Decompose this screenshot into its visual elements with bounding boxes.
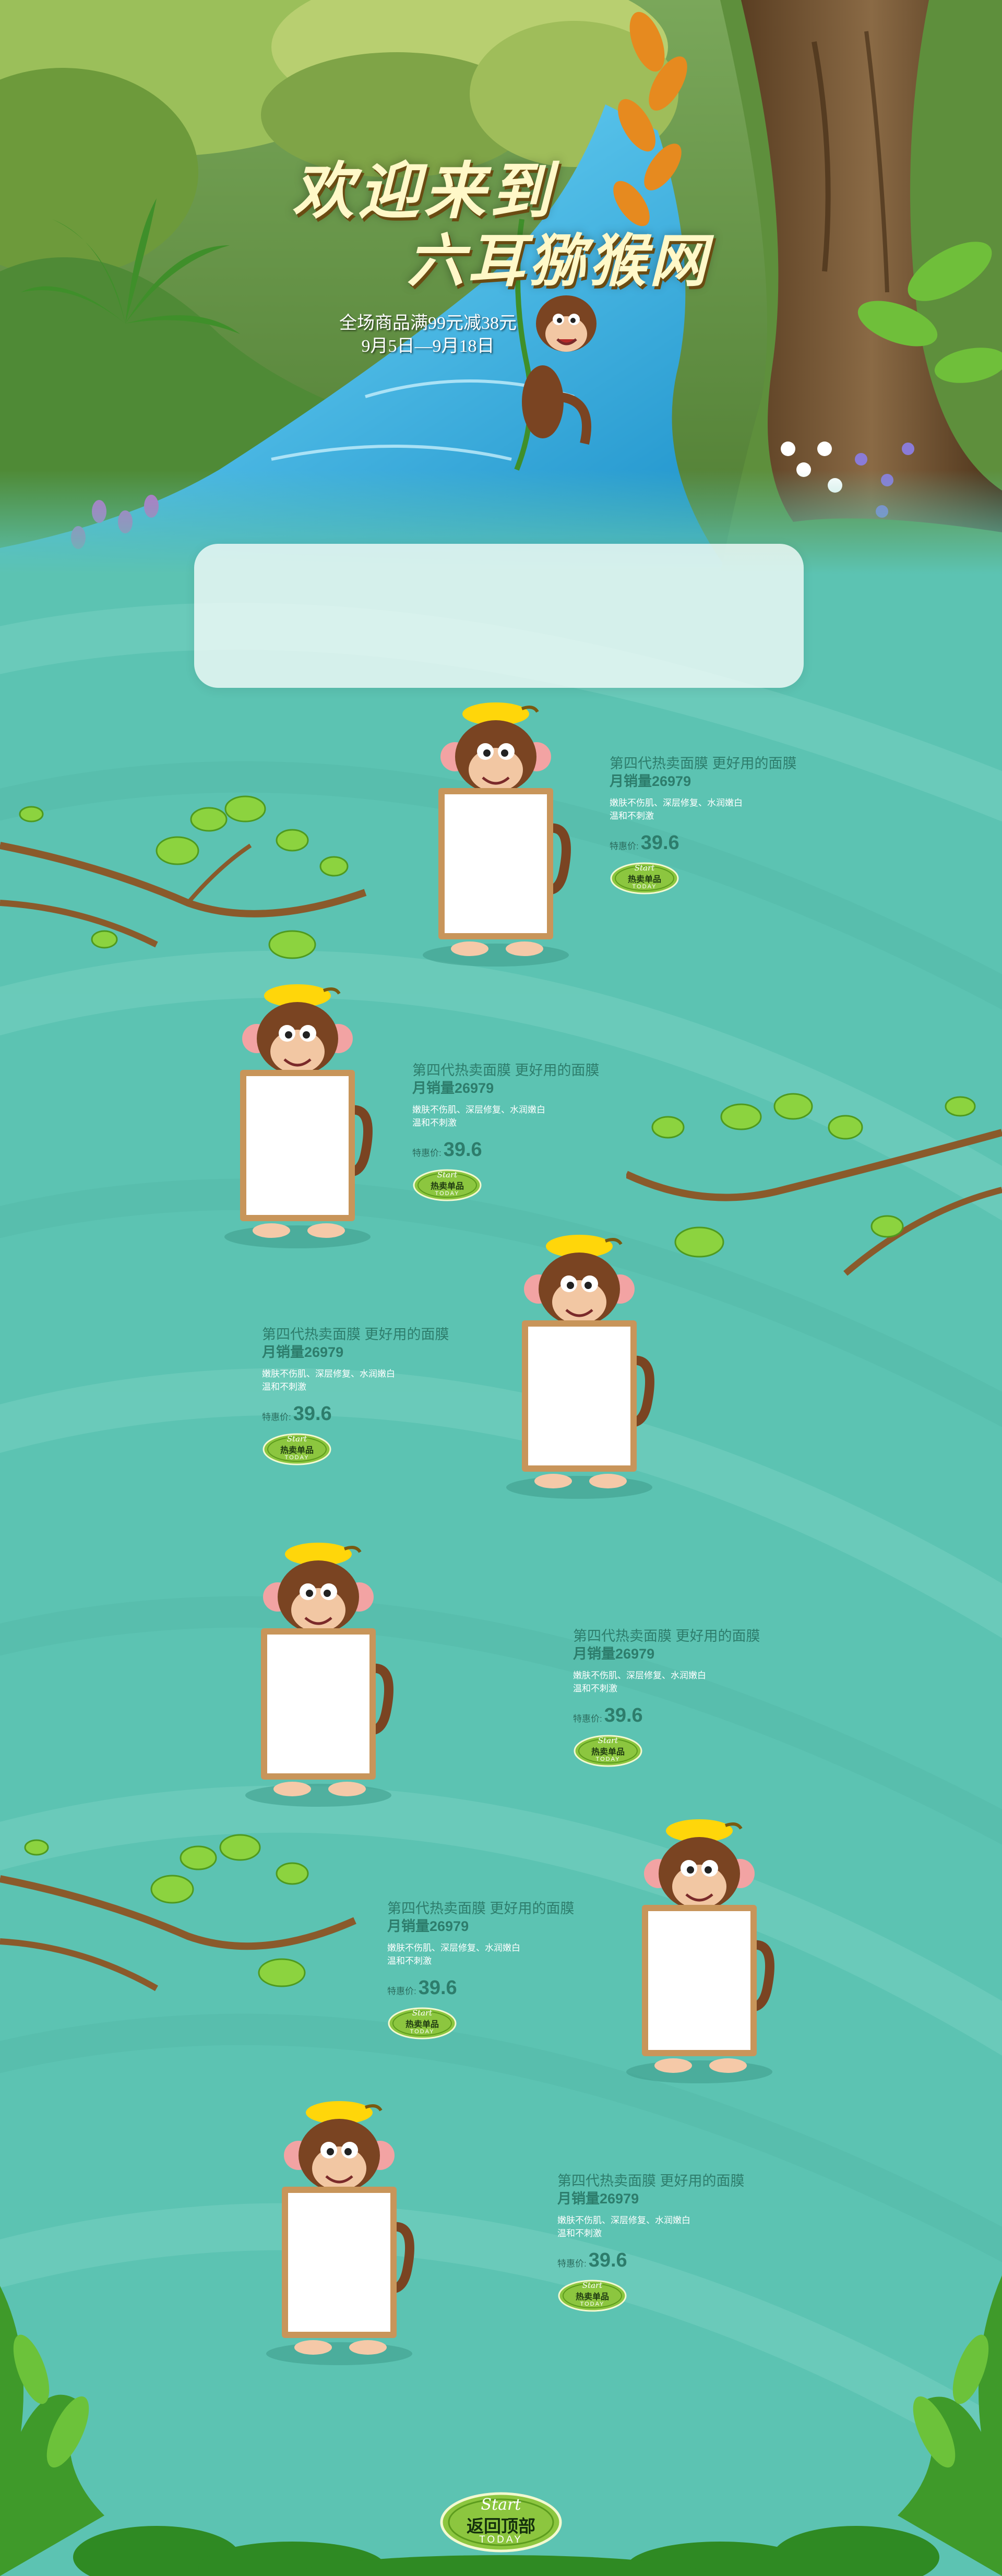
- price-row: 特惠价: 39.6: [387, 1977, 617, 1999]
- price-label: 特惠价:: [573, 1714, 602, 1724]
- landing-page: 欢迎来到 六耳猕猴网 全场商品满99元减38元 9月5日—9月18日 第四代热卖…: [0, 0, 1002, 2576]
- product-description: 嫩肤不伤肌、深层修复、水润嫩白 温和不刺激: [557, 2214, 787, 2240]
- badge-start: Start: [598, 1736, 618, 1745]
- back-to-top-start: Start: [481, 2496, 521, 2514]
- badge-start: Start: [634, 863, 655, 873]
- price-row: 特惠价: 39.6: [412, 1139, 642, 1161]
- desc-line: 温和不刺激: [387, 1956, 432, 1966]
- back-to-top-button[interactable]: Start 返回顶部 TODAY: [439, 2491, 563, 2553]
- price-value: 39.6: [443, 1139, 482, 1161]
- product-sales: 月销量26979: [412, 1080, 494, 1096]
- hot-item-button[interactable]: Start 热卖单品 TODAY: [610, 862, 679, 895]
- desc-line: 嫩肤不伤肌、深层修复、水润嫩白: [557, 2215, 690, 2225]
- hero-title-line2: 六耳猕猴网: [407, 227, 710, 294]
- product-sales: 月销量26979: [610, 773, 691, 789]
- desc-line: 嫩肤不伤肌、深层修复、水润嫩白: [573, 1671, 706, 1680]
- product-title: 第四代热卖面膜 更好用的面膜: [387, 1901, 575, 1916]
- badge-today: TODAY: [632, 884, 657, 890]
- desc-line: 嫩肤不伤肌、深层修复、水润嫩白: [262, 1369, 395, 1379]
- product-card-3: 第四代热卖面膜 更好用的面膜 月销量26979 嫩肤不伤肌、深层修复、水润嫩白 …: [262, 1326, 492, 1466]
- product-card-2: 第四代热卖面膜 更好用的面膜 月销量26979 嫩肤不伤肌、深层修复、水润嫩白 …: [412, 1062, 642, 1202]
- product-sales: 月销量26979: [262, 1344, 344, 1360]
- monkey-holding-sign-icon: [245, 1543, 393, 1807]
- badge-label: 热卖单品: [430, 1182, 464, 1191]
- promo-dates: 9月5日—9月18日: [361, 337, 495, 356]
- price-value: 39.6: [418, 1977, 457, 1999]
- price-label: 特惠价:: [412, 1148, 442, 1158]
- desc-line: 温和不刺激: [557, 2228, 602, 2238]
- back-to-top-today: TODAY: [479, 2534, 523, 2545]
- price-value: 39.6: [293, 1403, 332, 1425]
- product-card-1: 第四代热卖面膜 更好用的面膜 月销量26979 嫩肤不伤肌、深层修复、水润嫩白 …: [610, 755, 839, 895]
- product-description: 嫩肤不伤肌、深层修复、水润嫩白 温和不刺激: [610, 796, 839, 822]
- hero-banner-panel: [194, 544, 804, 688]
- product-title: 第四代热卖面膜 更好用的面膜: [412, 1063, 600, 1078]
- leafy-branch-icon: [0, 795, 367, 959]
- product-description: 嫩肤不伤肌、深层修复、水润嫩白 温和不刺激: [387, 1941, 617, 1967]
- hero-section: 欢迎来到 六耳猕猴网 全场商品满99元减38元 9月5日—9月18日: [0, 0, 1002, 574]
- desc-line: 温和不刺激: [610, 811, 654, 821]
- badge-label: 热卖单品: [627, 875, 661, 884]
- badge-today: TODAY: [435, 1190, 460, 1197]
- monkey-holding-sign-icon: [423, 702, 571, 967]
- desc-line: 嫩肤不伤肌、深层修复、水润嫩白: [387, 1943, 520, 1953]
- badge-today: TODAY: [595, 1756, 621, 1762]
- hot-item-button[interactable]: Start 热卖单品 TODAY: [573, 1734, 643, 1768]
- badge-label: 热卖单品: [591, 1748, 625, 1757]
- product-title: 第四代热卖面膜 更好用的面膜: [610, 756, 797, 771]
- product-title: 第四代热卖面膜 更好用的面膜: [573, 1628, 760, 1644]
- price-row: 特惠价: 39.6: [610, 832, 839, 854]
- product-sales: 月销量26979: [387, 1918, 469, 1934]
- badge-today: TODAY: [284, 1454, 309, 1461]
- product-sales: 月销量26979: [557, 2191, 639, 2207]
- badge-start: Start: [412, 2008, 433, 2018]
- leafy-branch-icon: [626, 1093, 1002, 1276]
- price-value: 39.6: [604, 1704, 643, 1726]
- product-description: 嫩肤不伤肌、深层修复、水润嫩白 温和不刺激: [262, 1367, 492, 1393]
- desc-line: 嫩肤不伤肌、深层修复、水润嫩白: [610, 798, 743, 808]
- desc-line: 温和不刺激: [262, 1382, 306, 1392]
- desc-line: 嫩肤不伤肌、深层修复、水润嫩白: [412, 1105, 545, 1115]
- badge-label: 热卖单品: [280, 1446, 314, 1455]
- monkey-holding-sign-icon: [626, 1819, 774, 2083]
- product-card-5: 第四代热卖面膜 更好用的面膜 月销量26979 嫩肤不伤肌、深层修复、水润嫩白 …: [387, 1900, 617, 2040]
- price-row: 特惠价: 39.6: [262, 1403, 492, 1425]
- price-value: 39.6: [640, 832, 679, 854]
- desc-line: 温和不刺激: [412, 1118, 457, 1128]
- badge-today: TODAY: [410, 2029, 435, 2035]
- badge-start: Start: [287, 1434, 307, 1444]
- badge-start: Start: [437, 1170, 458, 1179]
- price-row: 特惠价: 39.6: [573, 1704, 803, 1727]
- back-to-top-label: 返回顶部: [467, 2517, 535, 2536]
- desc-line: 温和不刺激: [573, 1684, 617, 1694]
- product-title: 第四代热卖面膜 更好用的面膜: [557, 2173, 745, 2189]
- product-sales: 月销量26979: [573, 1646, 655, 1662]
- price-label: 特惠价:: [387, 1986, 416, 1996]
- product-description: 嫩肤不伤肌、深层修复、水润嫩白 温和不刺激: [412, 1103, 642, 1129]
- monkey-holding-sign-icon: [224, 984, 373, 1248]
- hot-item-button[interactable]: Start 热卖单品 TODAY: [262, 1433, 332, 1466]
- monkey-holding-sign-icon: [506, 1235, 654, 1499]
- hero-promo-text: 全场商品满99元减38元 9月5日—9月18日: [318, 312, 538, 358]
- leafy-branch-icon: [0, 1834, 356, 1991]
- product-description: 嫩肤不伤肌、深层修复、水润嫩白 温和不刺激: [573, 1669, 803, 1695]
- price-label: 特惠价:: [262, 1412, 291, 1422]
- product-card-4: 第四代热卖面膜 更好用的面膜 月销量26979 嫩肤不伤肌、深层修复、水润嫩白 …: [573, 1627, 803, 1768]
- promo-discount: 全场商品满99元减38元: [339, 314, 517, 333]
- price-label: 特惠价:: [610, 841, 639, 851]
- hot-item-button[interactable]: Start 热卖单品 TODAY: [412, 1168, 482, 1202]
- badge-label: 热卖单品: [405, 2020, 439, 2029]
- hot-item-button[interactable]: Start 热卖单品 TODAY: [387, 2007, 457, 2040]
- product-title: 第四代热卖面膜 更好用的面膜: [262, 1327, 449, 1342]
